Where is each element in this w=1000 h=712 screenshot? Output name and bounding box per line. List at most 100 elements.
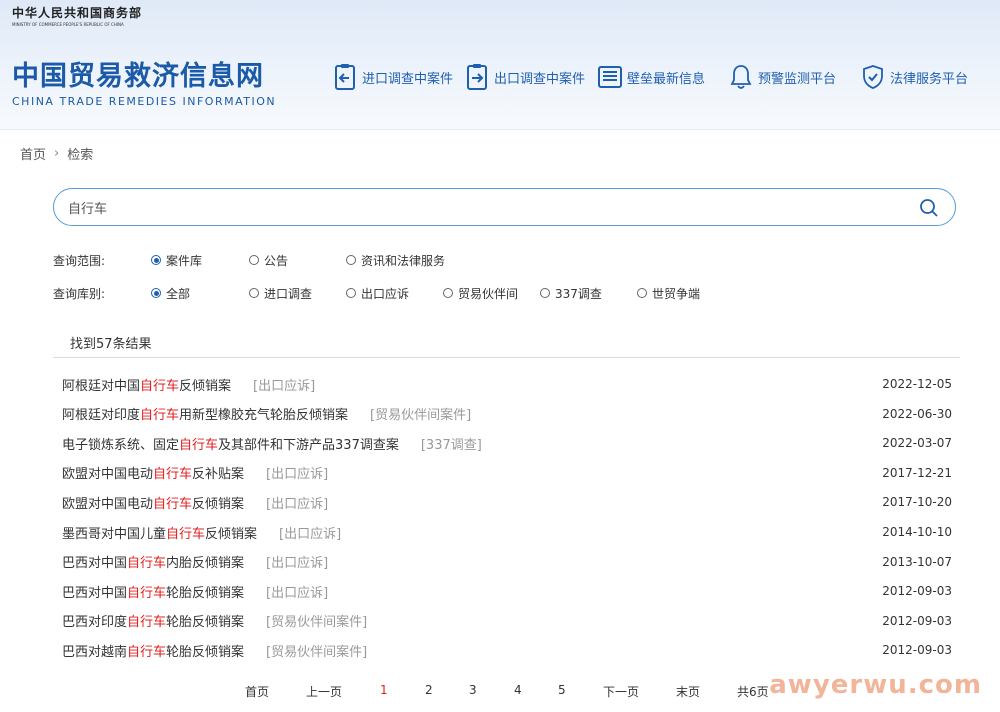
library-option-337[interactable]: 337调查: [540, 285, 602, 302]
site-title-cn: 中国贸易救济信息网: [12, 61, 264, 92]
result-row: 阿根廷对印度自行车用新型橡胶充气轮胎反倾销案 [贸易伙伴间案件] 2022-06…: [62, 404, 952, 424]
library-option-wto[interactable]: 世贸争端: [637, 285, 700, 302]
pager-first[interactable]: 首页: [245, 683, 269, 700]
result-title-link[interactable]: 巴西对中国自行车轮胎反倾销案: [62, 582, 244, 601]
result-title-link[interactable]: 巴西对越南自行车轮胎反倾销案: [62, 641, 244, 660]
nav-barrier-news[interactable]: 壁垒最新信息: [597, 62, 705, 92]
result-category-tag[interactable]: [出口应诉]: [266, 463, 328, 482]
pager-last[interactable]: 末页: [676, 683, 700, 700]
result-title-link[interactable]: 墨西哥对中国儿童自行车反倾销案: [62, 523, 257, 542]
scope-option-cases[interactable]: 案件库: [151, 252, 202, 269]
nav-label: 法律服务平台: [890, 71, 969, 87]
site-logo[interactable]: 中国贸易救济信息网 CHINA TRADE REMEDIES INFORMATI…: [12, 54, 276, 108]
result-category-tag[interactable]: [出口应诉]: [279, 523, 341, 542]
radio[interactable]: [540, 288, 550, 298]
result-date: 2012-09-03: [882, 613, 952, 628]
nav-label: 出口调查中案件: [494, 71, 586, 87]
option-label: 贸易伙伴间: [458, 286, 519, 301]
result-date: 2017-10-20: [882, 495, 952, 510]
pager-page-5[interactable]: 5: [558, 683, 566, 697]
scope-option-notices[interactable]: 公告: [249, 252, 288, 269]
option-label: 进口调查: [264, 286, 313, 301]
search-input[interactable]: [68, 198, 888, 216]
result-category-tag[interactable]: [出口应诉]: [253, 375, 315, 394]
result-date: 2012-09-03: [882, 643, 952, 658]
radio-selected[interactable]: [151, 288, 161, 298]
result-category-tag[interactable]: [贸易伙伴间案件]: [266, 611, 367, 630]
option-label: 337调查: [555, 286, 602, 301]
result-title-link[interactable]: 电子锁炼系统、固定自行车及其部件和下游产品337调查案: [62, 434, 399, 453]
option-label: 出口应诉: [361, 286, 410, 301]
result-title-link[interactable]: 巴西对中国自行车内胎反倾销案: [62, 552, 244, 571]
filter-library-label: 查询库别:: [53, 286, 106, 301]
pager-page-4[interactable]: 4: [514, 683, 522, 697]
nav-warning-platform[interactable]: 预警监测平台: [728, 62, 836, 92]
result-row: 巴西对中国自行车内胎反倾销案 [出口应诉] 2013-10-07: [62, 552, 952, 572]
radio[interactable]: [346, 255, 356, 265]
result-title-link[interactable]: 阿根廷对中国自行车反倾销案: [62, 375, 231, 394]
nav-label: 预警监测平台: [758, 71, 837, 87]
library-option-all[interactable]: 全部: [151, 285, 190, 302]
result-category-tag[interactable]: [出口应诉]: [266, 552, 328, 571]
nav-export-cases[interactable]: 出口调查中案件: [464, 62, 585, 92]
pager-page-3[interactable]: 3: [469, 683, 477, 697]
result-date: 2013-10-07: [882, 554, 952, 569]
radio[interactable]: [346, 288, 356, 298]
radio[interactable]: [443, 288, 453, 298]
result-title-link[interactable]: 欧盟对中国电动自行车反倾销案: [62, 493, 244, 512]
library-option-import[interactable]: 进口调查: [249, 285, 312, 302]
result-row: 巴西对印度自行车轮胎反倾销案 [贸易伙伴间案件] 2012-09-03: [62, 611, 952, 631]
result-title-link[interactable]: 巴西对印度自行车轮胎反倾销案: [62, 611, 244, 630]
result-category-tag[interactable]: [337调查]: [421, 434, 482, 453]
result-row: 墨西哥对中国儿童自行车反倾销案 [出口应诉] 2014-10-10: [62, 522, 952, 542]
export-case-icon: [464, 63, 490, 91]
result-title-link[interactable]: 阿根廷对印度自行车用新型橡胶充气轮胎反倾销案: [62, 404, 348, 423]
nav-legal-platform[interactable]: 法律服务平台: [860, 62, 968, 92]
option-label: 世贸争端: [652, 286, 701, 301]
result-date: 2017-12-21: [882, 465, 952, 480]
radio[interactable]: [249, 255, 259, 265]
result-date: 2022-03-07: [882, 436, 952, 451]
breadcrumb-home[interactable]: 首页: [20, 144, 46, 163]
library-option-export[interactable]: 出口应诉: [346, 285, 409, 302]
pager-page-2[interactable]: 2: [425, 683, 433, 697]
option-label: 公告: [264, 253, 289, 268]
pager-prev[interactable]: 上一页: [306, 683, 342, 700]
radio[interactable]: [637, 288, 647, 298]
filter-scope-label: 查询范围:: [53, 253, 106, 268]
site-title-en: CHINA TRADE REMEDIES INFORMATION: [12, 95, 277, 108]
result-category-tag[interactable]: [贸易伙伴间案件]: [266, 641, 367, 660]
result-category-tag[interactable]: [出口应诉]: [266, 582, 328, 601]
scope-option-news-legal[interactable]: 资讯和法律服务: [346, 252, 445, 269]
result-row: 电子锁炼系统、固定自行车及其部件和下游产品337调查案 [337调查] 2022…: [62, 433, 952, 453]
search-box: [53, 188, 956, 226]
library-option-partners[interactable]: 贸易伙伴间: [443, 285, 518, 302]
result-title-link[interactable]: 欧盟对中国电动自行车反补贴案: [62, 463, 244, 482]
result-category-tag[interactable]: [贸易伙伴间案件]: [370, 404, 471, 423]
ministry-logo[interactable]: 中华人民共和国商务部 MINISTRY OF COMMERCE PEOPLE'S…: [12, 4, 142, 27]
pager-total: 共6页: [737, 685, 769, 699]
result-row: 巴西对中国自行车轮胎反倾销案 [出口应诉] 2012-09-03: [62, 581, 952, 601]
radio[interactable]: [249, 288, 259, 298]
result-row: 巴西对越南自行车轮胎反倾销案 [贸易伙伴间案件] 2012-09-03: [62, 640, 952, 660]
result-row: 阿根廷对中国自行车反倾销案 [出口应诉] 2022-12-05: [62, 374, 952, 394]
nav-label: 壁垒最新信息: [627, 71, 706, 87]
breadcrumb: 首页 › 检索: [20, 144, 93, 163]
watermark: awyerwu.com: [769, 670, 982, 700]
search-icon[interactable]: [919, 198, 939, 218]
nav-import-cases[interactable]: 进口调查中案件: [332, 62, 453, 92]
result-category-tag[interactable]: [出口应诉]: [266, 493, 328, 512]
shield-check-icon: [860, 63, 886, 91]
breadcrumb-current: 检索: [67, 148, 94, 163]
result-count: 找到57条结果: [70, 337, 152, 352]
result-date: 2022-06-30: [882, 406, 952, 421]
radio-selected[interactable]: [151, 255, 161, 265]
result-row: 欧盟对中国电动自行车反补贴案 [出口应诉] 2017-12-21: [62, 463, 952, 483]
pager-page-1[interactable]: 1: [380, 683, 388, 697]
bell-icon: [728, 63, 754, 91]
site-header: 中华人民共和国商务部 MINISTRY OF COMMERCE PEOPLE'S…: [0, 0, 1000, 130]
nav-label: 进口调查中案件: [362, 71, 454, 87]
pager-next[interactable]: 下一页: [603, 683, 639, 700]
chevron-right-icon: ›: [54, 146, 60, 161]
ministry-name-cn: 中华人民共和国商务部: [12, 6, 143, 20]
